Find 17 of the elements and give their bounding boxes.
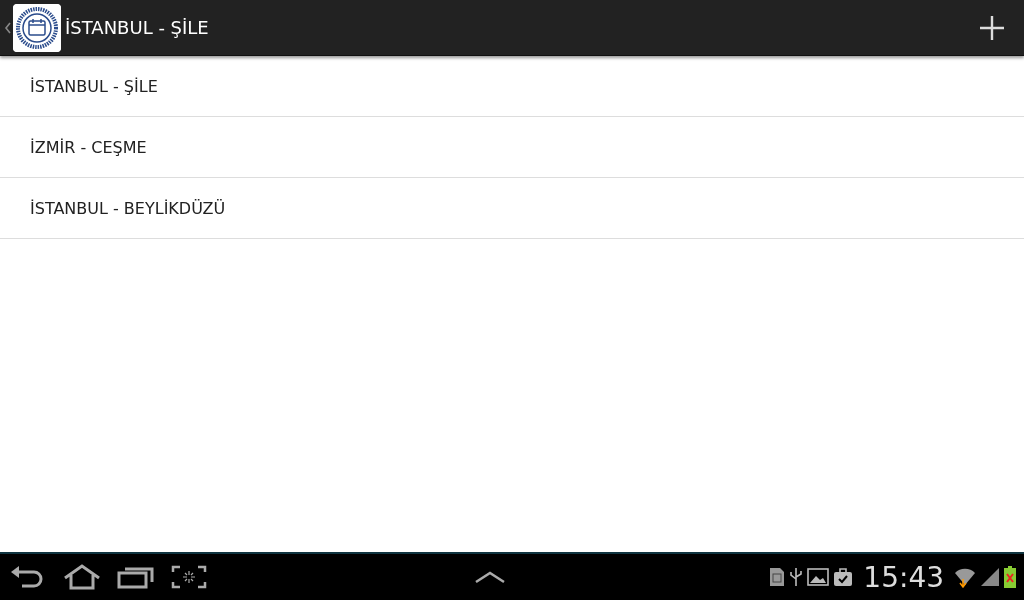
list-item[interactable]: İZMİR - CEŞME <box>0 117 1024 178</box>
screen-title: İSTANBUL - ŞİLE <box>65 17 209 38</box>
list-item[interactable]: İSTANBUL - BEYLİKDÜZÜ <box>0 178 1024 239</box>
add-icon[interactable] <box>979 14 1005 41</box>
up-caret-icon[interactable] <box>4 21 11 34</box>
battery-icon <box>1004 566 1016 588</box>
clock-time: 15:43 <box>863 560 944 594</box>
sim-card-icon <box>769 567 786 587</box>
app-logo-icon[interactable] <box>13 3 61 52</box>
list-item[interactable]: İSTANBUL - ŞİLE <box>0 56 1024 117</box>
wifi-icon <box>954 566 976 588</box>
usb-icon <box>789 567 804 587</box>
image-icon <box>807 568 830 586</box>
signal-icon <box>980 567 1000 587</box>
briefcase-check-icon <box>833 567 854 587</box>
caret-up-button[interactable] <box>473 569 506 585</box>
home-button[interactable] <box>62 564 102 590</box>
